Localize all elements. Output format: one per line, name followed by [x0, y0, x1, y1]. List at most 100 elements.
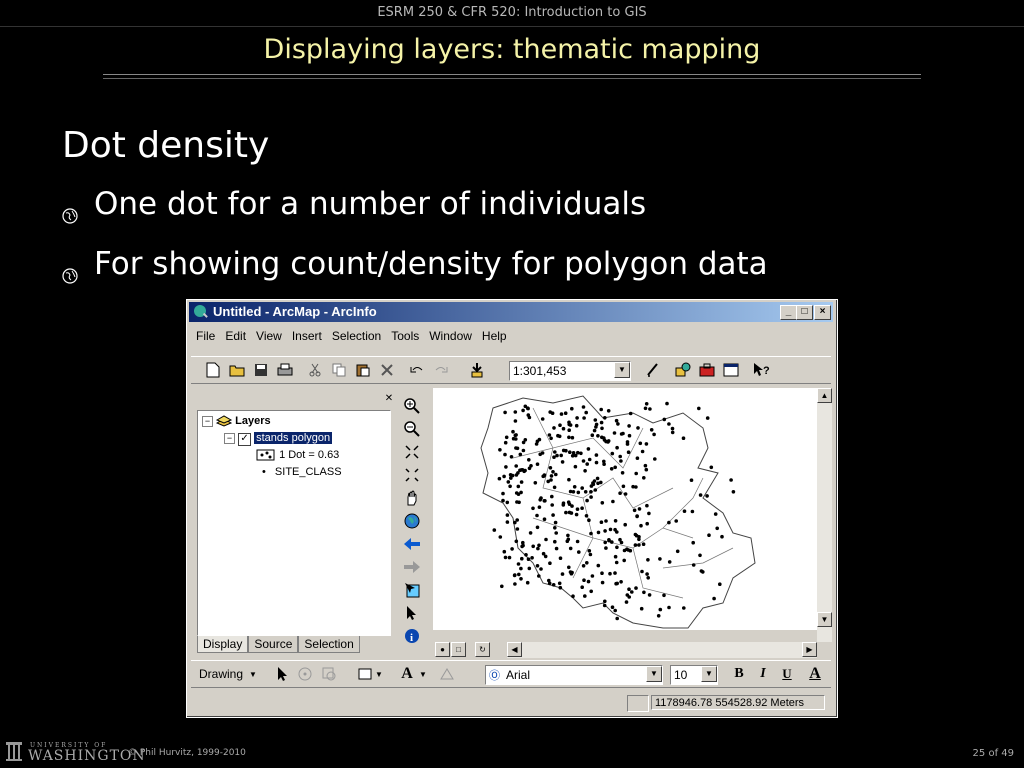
density-dot [584, 514, 589, 518]
new-text-icon[interactable]: A [397, 664, 417, 684]
menu-help[interactable]: Help [477, 327, 512, 349]
collapse-toggle[interactable]: − [202, 416, 213, 427]
tab-display[interactable]: Display [197, 636, 249, 653]
close-icon[interactable]: ✕ [383, 393, 395, 405]
tab-selection[interactable]: Selection [298, 636, 360, 653]
map-display[interactable] [433, 388, 817, 630]
svg-text:?: ? [763, 365, 770, 377]
layer-name[interactable]: stands polygon [254, 432, 333, 444]
arccatalog-icon[interactable] [673, 360, 693, 380]
font-size-combo[interactable]: 10 ▼ [670, 665, 718, 685]
rotate-icon[interactable] [295, 664, 315, 684]
zoom-out-icon[interactable] [401, 417, 423, 440]
density-dot [553, 539, 557, 544]
chevron-down-icon[interactable]: ▼ [614, 362, 630, 378]
maximize-button[interactable]: □ [796, 305, 813, 320]
density-dot [506, 480, 511, 484]
toc-layers-root[interactable]: − Layers [202, 415, 271, 427]
chevron-down-icon[interactable]: ▼ [701, 666, 717, 682]
data-view-globe-icon[interactable]: ● [435, 642, 450, 657]
density-dot [503, 452, 507, 457]
full-extent-globe-icon[interactable] [401, 509, 423, 532]
font-size-value: 10 [674, 668, 688, 682]
menu-insert[interactable]: Insert [287, 327, 327, 349]
chevron-down-icon[interactable]: ▼ [417, 664, 429, 684]
close-button[interactable]: × [814, 305, 831, 320]
window-titlebar[interactable]: Untitled - ArcMap - ArcInfo _ □ × [189, 302, 833, 322]
drawing-menu[interactable]: Drawing ▼ [199, 664, 259, 684]
fixed-zoom-in-icon[interactable] [401, 440, 423, 463]
whats-this-help-icon[interactable]: ? [751, 360, 771, 380]
paste-icon[interactable] [353, 360, 373, 380]
map-horizontal-scrollbar[interactable]: ◀ ▶ [507, 642, 817, 658]
select-elements-icon[interactable] [273, 664, 293, 684]
identify-info-icon[interactable]: i [401, 624, 423, 647]
menu-tools[interactable]: Tools [386, 327, 424, 349]
density-dot [589, 589, 593, 594]
density-dot [513, 433, 518, 438]
command-line-icon[interactable] [721, 360, 741, 380]
scroll-up-icon[interactable]: ▲ [817, 388, 832, 403]
italic-button[interactable]: I [753, 664, 773, 684]
menu-file[interactable]: File [191, 327, 220, 349]
back-arrow-icon[interactable] [401, 532, 423, 555]
density-dot [530, 556, 534, 560]
zoom-in-icon[interactable] [401, 394, 423, 417]
menu-selection[interactable]: Selection [327, 327, 386, 349]
density-dot [526, 413, 531, 417]
redo-icon[interactable] [431, 360, 451, 380]
tab-source[interactable]: Source [248, 636, 299, 653]
minimize-button[interactable]: _ [780, 305, 797, 320]
menu-edit[interactable]: Edit [220, 327, 251, 349]
cut-icon[interactable] [305, 360, 325, 380]
density-dot [609, 467, 614, 471]
toc-legend-dot[interactable]: 1 Dot = 0.63 [256, 449, 339, 461]
map-vertical-scrollbar[interactable]: ▲ ▼ [817, 388, 832, 642]
layer-visibility-checkbox[interactable]: ✓ [238, 433, 252, 446]
add-data-icon[interactable] [467, 360, 487, 380]
fixed-zoom-out-icon[interactable] [401, 463, 423, 486]
refresh-icon[interactable]: ↻ [475, 642, 490, 657]
density-dot [643, 406, 648, 411]
density-dot [521, 440, 526, 445]
density-dot [645, 503, 649, 508]
toc-layer-row[interactable]: − ✓ stands polygon [224, 432, 333, 446]
print-icon[interactable] [275, 360, 295, 380]
scroll-left-icon[interactable]: ◀ [507, 642, 522, 657]
scroll-right-icon[interactable]: ▶ [802, 642, 817, 657]
density-dot [527, 458, 531, 462]
chevron-down-icon[interactable]: ▼ [646, 666, 662, 682]
save-icon[interactable] [251, 360, 271, 380]
menu-window[interactable]: Window [424, 327, 477, 349]
undo-icon[interactable] [407, 360, 427, 380]
bold-button[interactable]: B [729, 664, 749, 684]
rectangle-tool-icon[interactable] [355, 664, 375, 684]
dot-density-map[interactable] [433, 388, 817, 630]
copy-icon[interactable] [329, 360, 349, 380]
zoom-to-selected-icon[interactable] [319, 664, 339, 684]
edit-vertices-icon[interactable] [437, 664, 457, 684]
chevron-down-icon[interactable]: ▼ [373, 664, 385, 684]
underline-button[interactable]: U [777, 664, 797, 684]
scroll-down-icon[interactable]: ▼ [817, 612, 832, 627]
drawing-toolbar: Drawing ▼ ▼ A ▼ Ⓞ Arial ▼ 10 ▼ B I U A [191, 660, 831, 688]
density-dot [599, 420, 604, 425]
density-dot [604, 519, 608, 523]
new-document-icon[interactable] [203, 360, 223, 380]
editor-toolbar-icon[interactable] [643, 360, 663, 380]
select-features-icon[interactable] [401, 578, 423, 601]
title-divider [103, 74, 921, 79]
map-scale-combo[interactable]: 1:301,453 ▼ [509, 361, 631, 381]
forward-arrow-icon[interactable] [401, 555, 423, 578]
delete-icon[interactable] [377, 360, 397, 380]
open-folder-icon[interactable] [227, 360, 247, 380]
layout-view-page-icon[interactable]: □ [451, 642, 466, 657]
collapse-toggle[interactable]: − [224, 433, 235, 444]
menu-view[interactable]: View [251, 327, 287, 349]
font-name-combo[interactable]: Ⓞ Arial ▼ [485, 665, 663, 685]
arctoolbox-icon[interactable] [697, 360, 717, 380]
font-color-icon[interactable]: A [805, 664, 825, 684]
select-elements-pointer-icon[interactable] [401, 601, 423, 624]
pan-hand-icon[interactable] [401, 486, 423, 509]
toc-tabs: Display Source Selection [197, 636, 360, 653]
